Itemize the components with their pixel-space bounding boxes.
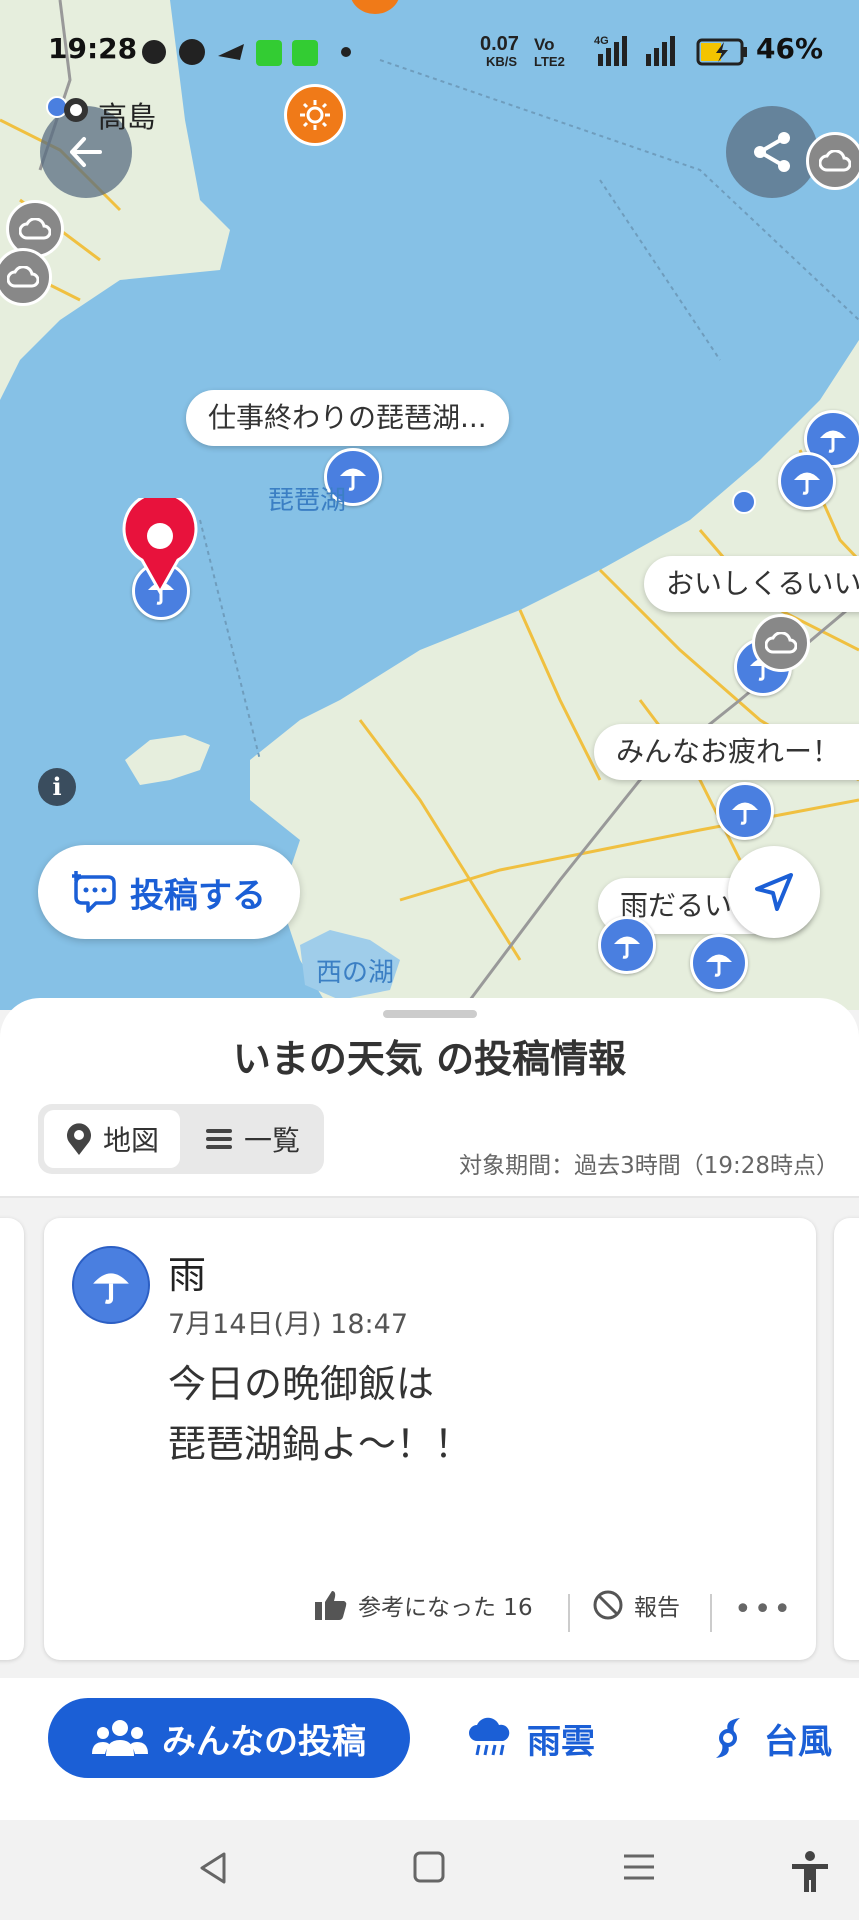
triangle-back-icon (200, 1852, 226, 1884)
svg-text:0.07: 0.07 (480, 33, 519, 55)
rain-post-pin[interactable] (716, 782, 774, 840)
typhoon-icon (716, 1718, 740, 1758)
status-indicators: 0.07 KB/S Vo LTE2 4G (480, 30, 760, 77)
helpful-label: 参考になった 16 (358, 1595, 533, 1621)
svg-text:4G: 4G (594, 35, 609, 47)
svg-text:KB/S: KB/S (486, 54, 517, 69)
tab-everyone-posts[interactable]: みんなの投稿 (48, 1698, 410, 1778)
cloud-icon (765, 632, 797, 654)
station-marker (64, 98, 88, 122)
tab-typhoon-label: 台風 (764, 1721, 832, 1762)
previous-post-card[interactable] (0, 1218, 24, 1660)
post-card[interactable]: 雨 7月14日(月) 18:47 今日の晩御飯は 琵琶湖鍋よ〜！！ 参考になった… (44, 1218, 816, 1660)
post-button-label: 投稿する (130, 875, 266, 916)
tab-everyone-label: みんなの投稿 (162, 1721, 366, 1762)
more-options-button[interactable]: ••• (734, 1592, 793, 1627)
cloudy-post-pin[interactable] (806, 132, 859, 190)
nishinoko-label: 西の湖 (316, 958, 395, 988)
accessibility-icon (792, 1851, 828, 1892)
post-body: 今日の晩御飯は 琵琶湖鍋よ〜！！ (168, 1362, 473, 1466)
sheet-title: いまの天気 の投稿情報 (232, 1037, 627, 1081)
sunny-post-pin[interactable] (284, 84, 346, 146)
svg-text:LTE2: LTE2 (534, 54, 565, 69)
cloud-icon (7, 266, 39, 288)
lake-label: 琵琶湖 (268, 486, 347, 516)
svg-text:Vo: Vo (534, 35, 554, 54)
post-bubble[interactable]: おいしくるいい (644, 556, 859, 612)
cloudy-post-pin[interactable] (752, 614, 810, 672)
tab-rain-cloud-label: 雨雲 (527, 1721, 595, 1762)
add-post-icon (72, 871, 116, 913)
menu-icon (624, 1854, 654, 1880)
view-toggle: 地図 一覧 (38, 1104, 324, 1174)
period-text: 対象期間：過去3時間（19:28時点） (459, 1153, 839, 1179)
current-location-button[interactable] (728, 846, 820, 938)
nav-menu-button[interactable] (622, 1850, 656, 1888)
view-map-label: 地図 (102, 1124, 159, 1157)
square-home-icon (413, 1851, 445, 1883)
rain-post-pin[interactable] (690, 934, 748, 992)
location-dot (732, 490, 756, 514)
post-info-sheet: いまの天気 の投稿情報 地図 一覧 対象期間：過去3時間（19:28時点） 雨 … (0, 998, 859, 1920)
status-time: 19:28 (48, 32, 138, 65)
rain-cloud-icon (469, 1717, 510, 1756)
action-divider (568, 1594, 570, 1632)
report-label: 報告 (634, 1595, 680, 1621)
post-button[interactable]: 投稿する (38, 845, 300, 939)
rain-post-pin[interactable] (598, 916, 656, 974)
battery-percent: 46% (756, 32, 824, 65)
sun-icon (300, 100, 330, 130)
place-label-takashima: 高島 (98, 100, 157, 134)
umbrella-icon (614, 936, 640, 959)
share-icon (754, 132, 790, 172)
navigation-arrow-icon (755, 873, 793, 911)
list-icon (205, 1129, 232, 1149)
thumbs-up-icon (315, 1591, 347, 1620)
view-list-label: 一覧 (243, 1124, 300, 1157)
system-nav-bar (0, 1820, 859, 1920)
action-divider (710, 1594, 712, 1632)
rain-avatar (72, 1246, 150, 1324)
notification-icons (140, 34, 360, 77)
next-post-card[interactable] (834, 1218, 859, 1660)
sheet-drag-handle[interactable] (383, 1010, 477, 1018)
umbrella-icon (794, 472, 820, 495)
view-map-toggle[interactable]: 地図 (44, 1110, 180, 1168)
tab-rain-cloud[interactable]: 雨雲 (430, 1698, 632, 1778)
view-list-toggle[interactable]: 一覧 (188, 1110, 318, 1168)
nav-back-button[interactable] (196, 1850, 232, 1890)
nav-home-button[interactable] (412, 1850, 446, 1888)
accessibility-button[interactable] (790, 1850, 830, 1898)
rain-post-pin[interactable] (778, 452, 836, 510)
map-view[interactable]: 19:28 0.07 KB/S Vo LTE2 4G 46% 高島 仕事終わりの… (0, 0, 859, 1010)
cloud-icon (819, 150, 851, 172)
people-icon (92, 1720, 148, 1756)
tab-typhoon[interactable]: 台風 (654, 1698, 859, 1778)
selected-location-pin-icon (122, 498, 198, 594)
post-bubble[interactable]: 仕事終わりの琵琶湖... (186, 390, 509, 446)
umbrella-icon (820, 430, 846, 453)
arrow-left-icon (70, 137, 102, 167)
post-bubble[interactable]: みんなお疲れー！ (594, 724, 859, 780)
helpful-button[interactable]: 参考になった 16 (314, 1588, 533, 1622)
post-date: 7月14日(月) 18:47 (168, 1309, 408, 1340)
status-bar: 19:28 0.07 KB/S Vo LTE2 4G 46% (0, 0, 859, 100)
layer-tabs: みんなの投稿 雨雲 台風 (0, 1698, 859, 1788)
umbrella-icon (732, 802, 758, 825)
map-info-button[interactable]: i (38, 768, 76, 806)
map-pin-icon (66, 1123, 91, 1155)
prohibited-icon (593, 1590, 623, 1620)
report-button[interactable]: 報告 (592, 1588, 680, 1622)
share-button[interactable] (726, 106, 818, 198)
post-card-carousel[interactable]: 雨 7月14日(月) 18:47 今日の晩御飯は 琵琶湖鍋よ〜！！ 参考になった… (0, 1198, 859, 1678)
cloud-icon (19, 218, 51, 240)
umbrella-icon (93, 1273, 129, 1304)
post-actions: 参考になった 16 報告 ••• (44, 1588, 816, 1638)
umbrella-icon (706, 954, 732, 977)
post-weather: 雨 (168, 1253, 207, 1297)
